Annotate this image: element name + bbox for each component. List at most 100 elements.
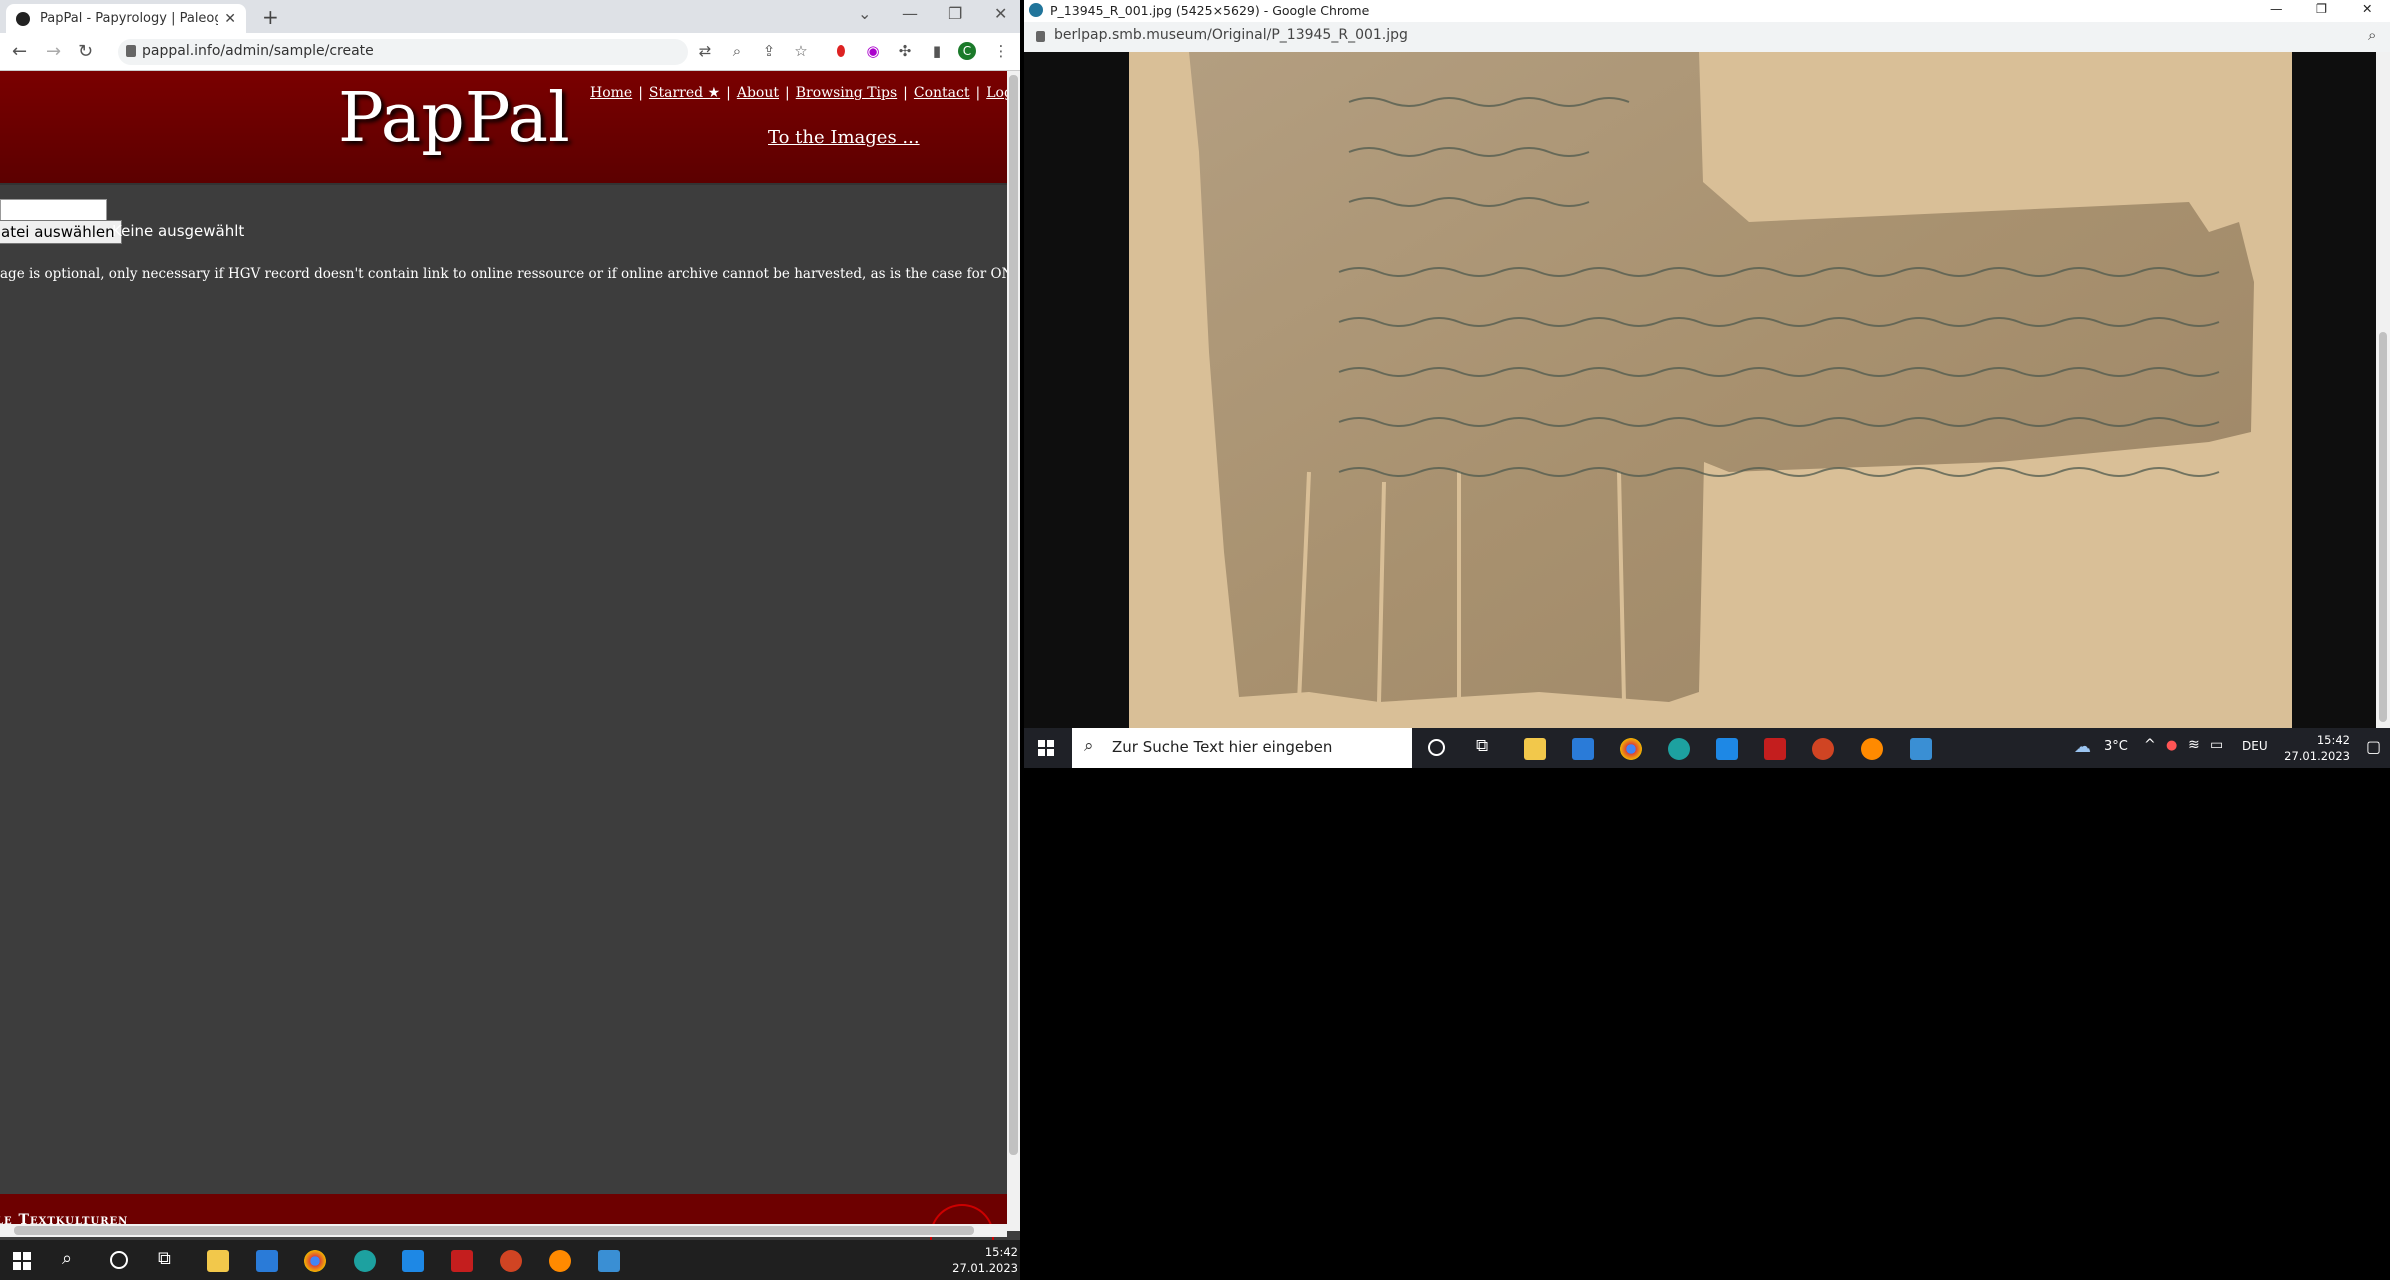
- left-tab-strip: PapPal - Papyrology | Paleograph ✕ + ⌄ —…: [0, 0, 1020, 33]
- right-zoom-icon[interactable]: ⌕: [2368, 26, 2376, 44]
- image-optional-note: age is optional, only necessary if HGV r…: [0, 266, 1020, 282]
- zoom-icon[interactable]: ⌕: [728, 42, 746, 60]
- photos-icon[interactable]: [598, 1250, 620, 1272]
- right-acrobat-icon[interactable]: [1764, 738, 1786, 760]
- right-lock-icon: [1036, 31, 1045, 42]
- text-input[interactable]: [0, 199, 107, 221]
- wordpress-favicon-icon: [1029, 3, 1043, 17]
- right-edge-icon[interactable]: [1668, 738, 1690, 760]
- taskbar-search-box[interactable]: ⌕ Zur Suche Text hier eingeben: [1072, 728, 1412, 768]
- search-icon[interactable]: ⌕: [62, 1248, 72, 1269]
- nav-about-link[interactable]: About: [737, 85, 779, 101]
- nav-home-link[interactable]: Home: [590, 85, 632, 101]
- right-address-bar[interactable]: berlpap.smb.museum/Original/P_13945_R_00…: [1024, 22, 2390, 52]
- tab-search-chevron-icon[interactable]: ⌄: [858, 4, 871, 23]
- language-indicator[interactable]: DEU: [2242, 739, 2268, 753]
- right-powerpoint-icon[interactable]: [1812, 738, 1834, 760]
- side-panel-icon[interactable]: ▮: [928, 42, 946, 60]
- menu-kebab-icon[interactable]: ⋮: [992, 42, 1010, 60]
- extensions-puzzle-icon[interactable]: ✣: [896, 42, 914, 60]
- left-date: 27.01.2023: [952, 1261, 1018, 1275]
- notification-icon[interactable]: ▢: [2366, 737, 2381, 756]
- left-time: 15:42: [984, 1245, 1018, 1259]
- restore-button[interactable]: ❐: [948, 4, 962, 23]
- profile-avatar[interactable]: C: [958, 42, 976, 60]
- url-text: pappal.info/admin/sample/create: [142, 43, 374, 59]
- taskbar-search-icon: ⌕: [1084, 736, 1094, 756]
- right-store-icon[interactable]: [1572, 738, 1594, 760]
- translate-icon[interactable]: ⇄: [696, 42, 714, 60]
- task-view-icon[interactable]: ⧉: [158, 1248, 171, 1269]
- chrome-icon[interactable]: [304, 1250, 326, 1272]
- right-minimize-button[interactable]: —: [2270, 1, 2283, 16]
- right-vertical-scrollbar[interactable]: [2376, 52, 2390, 728]
- right-window-title: P_13945_R_001.jpg (5425×5629) - Google C…: [1050, 3, 1370, 18]
- right-date: 27.01.2023: [2284, 749, 2350, 763]
- file-select-button[interactable]: atei auswählen: [0, 220, 122, 244]
- left-browser-window: PapPal - Papyrology | Paleograph ✕ + ⌄ —…: [0, 0, 1020, 1280]
- pappal-favicon-icon: [16, 11, 30, 26]
- site-footer: le Textkulturen: [0, 1194, 1007, 1244]
- papyrus-fragment-drawing: [1189, 52, 2254, 703]
- close-window-button[interactable]: ✕: [994, 4, 1007, 23]
- edge-icon[interactable]: [354, 1250, 376, 1272]
- wifi-icon[interactable]: ≋: [2188, 737, 2200, 753]
- scroll-thumb[interactable]: [1009, 75, 1018, 1155]
- right-task-view-icon[interactable]: ⧉: [1476, 736, 1488, 756]
- weather-cloud-icon[interactable]: ☁: [2074, 737, 2091, 757]
- papyrus-image[interactable]: [1129, 52, 2292, 728]
- battery-icon[interactable]: ▭: [2210, 737, 2223, 753]
- mail-icon[interactable]: [402, 1250, 424, 1272]
- nav-contact-link[interactable]: Contact: [914, 85, 970, 101]
- site-header: PapPal Home | Starred ★ | About | Browsing Tip…: [0, 71, 1020, 185]
- right-chrome-icon[interactable]: [1620, 738, 1642, 760]
- weather-temp[interactable]: 3°C: [2104, 739, 2128, 754]
- nav-starred-link[interactable]: Starred ★: [649, 85, 720, 101]
- tray-app-icon[interactable]: ●: [2166, 738, 2177, 753]
- hscroll-thumb[interactable]: [14, 1226, 974, 1235]
- store-icon[interactable]: [256, 1250, 278, 1272]
- extension-red-icon[interactable]: ⬮: [832, 42, 850, 60]
- vertical-scrollbar[interactable]: [1007, 71, 1020, 1231]
- file-explorer-icon[interactable]: [207, 1250, 229, 1272]
- forward-icon[interactable]: →: [46, 41, 61, 62]
- right-cortana-icon[interactable]: [1428, 739, 1445, 756]
- right-photos-icon[interactable]: [1910, 738, 1932, 760]
- url-field[interactable]: pappal.info/admin/sample/create: [118, 39, 688, 65]
- right-title-bar: P_13945_R_001.jpg (5425×5629) - Google C…: [1024, 0, 2390, 22]
- right-windows-start-icon[interactable]: [1038, 740, 1054, 756]
- back-icon[interactable]: ←: [12, 41, 27, 62]
- site-nav: Home | Starred ★ | About | Browsing Tips | Conta…: [590, 85, 1020, 101]
- right-firefox-icon[interactable]: [1861, 738, 1883, 760]
- cortana-icon[interactable]: [110, 1251, 128, 1269]
- left-clock[interactable]: 15:42 27.01.2023: [950, 1244, 1018, 1276]
- extension-purple-icon[interactable]: ◉: [864, 42, 882, 60]
- right-taskbar: ⌕ Zur Suche Text hier eingeben ⧉ ☁ 3°C ^…: [1024, 728, 2390, 768]
- reload-icon[interactable]: ↻: [78, 41, 93, 62]
- nav-browsing-tips-link[interactable]: Browsing Tips: [796, 85, 897, 101]
- right-scroll-thumb[interactable]: [2379, 332, 2387, 722]
- acrobat-icon[interactable]: [451, 1250, 473, 1272]
- tray-chevron-icon[interactable]: ^: [2144, 737, 2156, 753]
- file-status-text: Keine ausgewählt: [112, 222, 245, 240]
- right-mail-icon[interactable]: [1716, 738, 1738, 760]
- right-restore-button[interactable]: ❐: [2316, 1, 2327, 16]
- new-tab-button[interactable]: +: [262, 5, 279, 29]
- firefox-icon[interactable]: [549, 1250, 571, 1272]
- to-images-link[interactable]: To the Images ...: [768, 127, 920, 148]
- right-clock[interactable]: 15:42 27.01.2023: [2280, 732, 2350, 764]
- right-close-button[interactable]: ✕: [2362, 1, 2372, 16]
- left-address-bar: ← → ↻ pappal.info/admin/sample/create ⇄ …: [0, 33, 1020, 71]
- close-tab-icon[interactable]: ✕: [224, 11, 236, 27]
- right-file-explorer-icon[interactable]: [1524, 738, 1546, 760]
- tab-pappal[interactable]: PapPal - Papyrology | Paleograph ✕: [6, 4, 246, 33]
- powerpoint-icon[interactable]: [500, 1250, 522, 1272]
- share-icon[interactable]: ⇪: [760, 42, 778, 60]
- bookmark-star-icon[interactable]: ☆: [792, 42, 810, 60]
- taskbar-search-placeholder: Zur Suche Text hier eingeben: [1112, 738, 1333, 756]
- left-taskbar: ⌕ ⧉ 15:42 27.01.2023: [0, 1240, 1020, 1280]
- site-logo[interactable]: PapPal: [338, 79, 570, 158]
- horizontal-scrollbar[interactable]: [0, 1224, 1007, 1237]
- minimize-button[interactable]: —: [902, 4, 918, 23]
- windows-start-icon[interactable]: [13, 1252, 31, 1270]
